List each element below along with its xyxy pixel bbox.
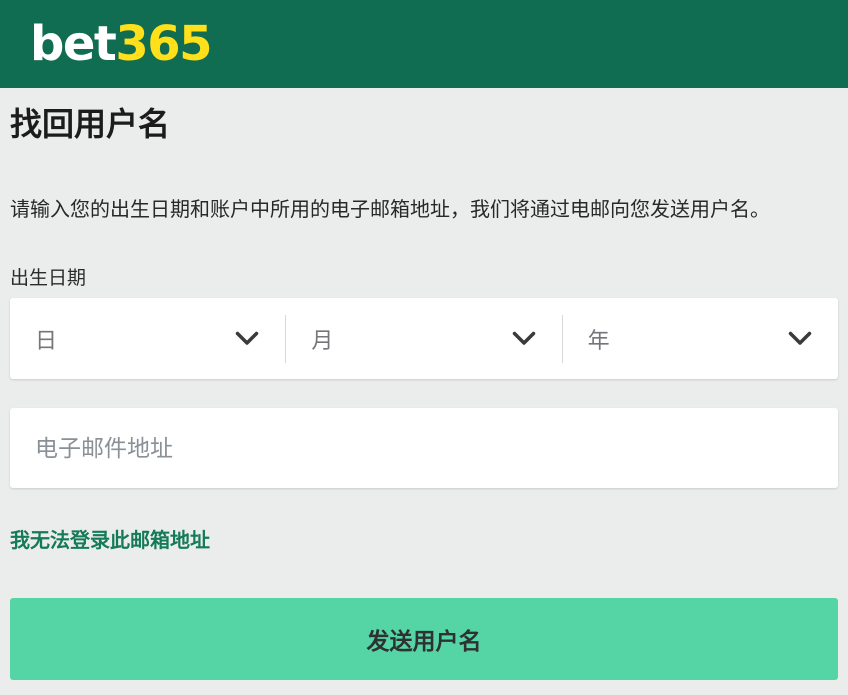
dob-year-select-value: 年 (588, 323, 610, 355)
dob-month-select-value: 月 (311, 323, 333, 355)
dob-month-select[interactable]: 月 (286, 298, 561, 379)
dob-label: 出生日期 (10, 268, 838, 290)
send-username-button[interactable]: 发送用户名 (10, 598, 838, 680)
page-title: 找回用户名 (10, 106, 838, 142)
bet365-logo: bet365 (30, 20, 211, 68)
instruction-text: 请输入您的出生日期和账户中所用的电子邮箱地址，我们将通过电邮向您发送用户名。 (10, 198, 838, 222)
logo-text-365: 365 (115, 16, 211, 72)
dob-year-select[interactable]: 年 (563, 298, 838, 379)
logo-text-bet: bet (30, 16, 115, 72)
dob-day-select-value: 日 (35, 323, 57, 355)
email-field-container (10, 408, 838, 488)
chevron-down-icon (788, 331, 812, 347)
cannot-access-email-link[interactable]: 我无法登录此邮箱地址 (10, 529, 210, 553)
chevron-down-icon (512, 331, 536, 347)
email-input[interactable] (10, 408, 838, 488)
dob-select-row: 日 月 年 (10, 298, 838, 379)
dob-day-select[interactable]: 日 (10, 298, 285, 379)
chevron-down-icon (235, 331, 259, 347)
app-header: bet365 (0, 0, 848, 88)
recover-username-page: 找回用户名 请输入您的出生日期和账户中所用的电子邮箱地址，我们将通过电邮向您发送… (0, 106, 848, 680)
